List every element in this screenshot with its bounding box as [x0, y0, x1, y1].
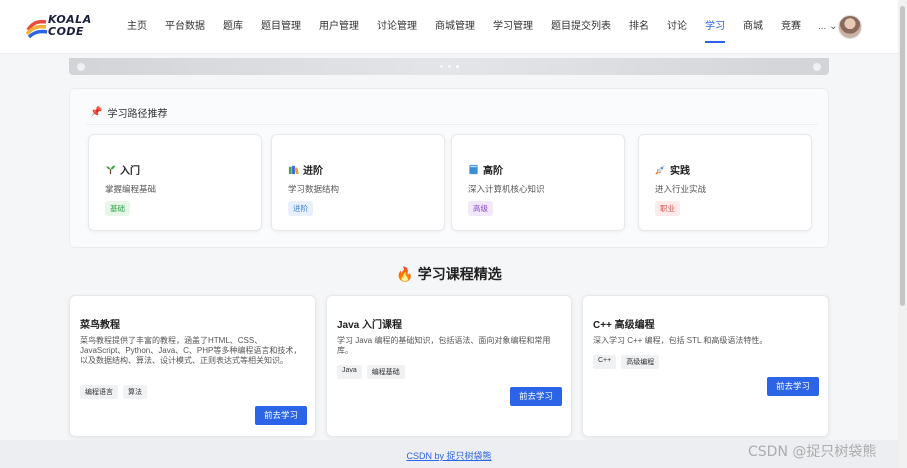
- course-tag: 编程语言: [80, 385, 118, 399]
- path-card-header: 进阶: [288, 162, 323, 177]
- books-icon: [288, 165, 299, 175]
- nav-item-1[interactable]: 平台数据: [156, 0, 214, 54]
- path-card-desc: 学习数据结构: [288, 184, 340, 194]
- course-tag: C++: [593, 355, 617, 369]
- banner-carousel[interactable]: [69, 58, 829, 75]
- courses-section-title: 🔥 学习课程精选: [0, 264, 898, 284]
- path-card-intermediate[interactable]: 进阶 学习数据结构 进阶: [271, 134, 445, 231]
- watermark: CSDN @捉只树袋熊: [748, 444, 877, 460]
- course-tag: Java: [337, 365, 362, 379]
- course-tags: C++ 高级编程: [593, 355, 660, 369]
- nav-item-8[interactable]: 题目提交列表: [542, 0, 620, 54]
- nav-item-12[interactable]: 商城: [734, 0, 772, 54]
- course-card-java: Java 入门课程 学习 Java 编程的基础知识，包括语法、面向对象编程和常用…: [326, 295, 572, 437]
- course-desc: 深入学习 C++ 编程，包括 STL 和高级语法特性。: [593, 336, 768, 345]
- course-desc: 学习 Java 编程的基础知识，包括语法、面向对象编程和常用库。: [337, 336, 551, 355]
- chevron-down-icon: ⌄: [826, 21, 838, 32]
- path-card-beginner[interactable]: 入门 掌握编程基础 基础: [88, 134, 262, 231]
- course-tag: 算法: [123, 385, 147, 399]
- course-tags: Java 编程基础: [337, 365, 405, 379]
- nav-item-2[interactable]: 题库: [214, 0, 252, 54]
- path-card-desc: 深入计算机核心知识: [468, 184, 545, 194]
- nav-item-0[interactable]: 主页: [118, 0, 156, 54]
- page-scrollbar[interactable]: [898, 0, 907, 468]
- nav-item-13[interactable]: 竞赛: [772, 0, 810, 54]
- path-card-tag: 进阶: [288, 201, 313, 216]
- top-navbar: KOALA CODE 主页 平台数据 题库 题目管理 用户管理 讨论管理 商城管理 学习管理题…: [0, 0, 907, 54]
- nav-item-6[interactable]: 商城管理: [426, 0, 484, 54]
- learning-path-title-text: 学习路径推荐: [107, 109, 168, 120]
- course-tag: 编程基础: [366, 365, 405, 379]
- path-card-title: 入门: [120, 166, 140, 177]
- logo-line-2: CODE: [48, 25, 85, 38]
- learning-path-title: 📌 学习路径推荐: [90, 105, 167, 120]
- sprout-icon: [106, 165, 116, 175]
- logo-stripes-icon: [26, 19, 48, 38]
- course-tags: 编程语言 算法: [80, 385, 147, 399]
- user-avatar[interactable]: [838, 15, 862, 39]
- nav-item-9[interactable]: 排名: [620, 0, 658, 54]
- path-card-title: 进阶: [303, 166, 323, 177]
- path-card-practice[interactable]: 实践 进入行业实战 职业: [638, 134, 812, 231]
- carousel-next-icon[interactable]: [813, 63, 821, 71]
- path-card-header: 实践: [655, 162, 690, 177]
- course-tag: 高级编程: [621, 355, 660, 369]
- courses-section-title-text: 学习课程精选: [417, 266, 502, 282]
- scrollbar-thumb[interactable]: [900, 6, 905, 306]
- course-title: Java 入门课程: [337, 320, 403, 331]
- carousel-dot-active[interactable]: [456, 65, 459, 68]
- course-title: C++ 高级编程: [593, 320, 655, 331]
- nav-item-11[interactable]: 学习: [696, 0, 734, 54]
- path-card-tag: 高级: [468, 201, 493, 216]
- course-title: 菜鸟教程: [80, 320, 120, 331]
- path-card-advanced[interactable]: 高阶 深入计算机核心知识 高级: [451, 134, 625, 231]
- course-card-cpp: C++ 高级编程 深入学习 C++ 编程，包括 STL 和高级语法特性。 C++…: [582, 295, 829, 437]
- fire-icon: 🔥: [396, 266, 414, 282]
- carousel-prev-icon[interactable]: [77, 63, 85, 71]
- koala-code-logo[interactable]: KOALA CODE: [26, 12, 102, 42]
- path-card-header: 入门: [105, 162, 140, 177]
- nav-item-3[interactable]: 题目管理: [252, 0, 310, 54]
- nav-item-4[interactable]: 用户管理: [310, 0, 368, 54]
- logo-text: KOALA CODE: [48, 14, 92, 38]
- pin-icon: 📌: [90, 107, 103, 118]
- go-learn-button[interactable]: 前去学习: [767, 377, 819, 396]
- go-learn-button[interactable]: 前去学习: [510, 387, 562, 406]
- path-card-header: 高阶: [468, 162, 503, 177]
- learning-path-panel: 📌 学习路径推荐 入门 掌握编程基础 基础 进阶 学习数据结构 进阶 高阶 深入…: [69, 88, 829, 248]
- path-card-tag: 基础: [105, 201, 130, 216]
- nav-item-5[interactable]: 讨论管理: [368, 0, 426, 54]
- path-card-desc: 进入行业实战: [655, 184, 707, 194]
- nav-item-7[interactable]: 学习管理: [484, 0, 542, 54]
- path-card-title: 高阶: [483, 166, 503, 177]
- carousel-dot[interactable]: [440, 65, 443, 68]
- go-learn-button[interactable]: 前去学习: [255, 406, 307, 425]
- nav-item-10[interactable]: 讨论: [658, 0, 696, 54]
- path-card-title: 实践: [670, 166, 690, 177]
- path-card-tag: 职业: [655, 201, 680, 216]
- carousel-dot[interactable]: [448, 65, 451, 68]
- course-desc: 菜鸟教程提供了丰富的教程，涵盖了HTML、CSS、JavaScript、Pyth…: [80, 336, 302, 365]
- path-card-desc: 掌握编程基础: [105, 184, 157, 194]
- book-icon: [469, 164, 478, 175]
- course-card-runoob: 菜鸟教程 菜鸟教程提供了丰富的教程，涵盖了HTML、CSS、JavaScript…: [69, 295, 316, 437]
- rocket-icon: [655, 164, 666, 175]
- divider: [86, 124, 818, 125]
- main-nav: 主页 平台数据 题库 题目管理 用户管理 讨论管理 商城管理 学习管理 题目提交列表 排名 讨论 学习…: [118, 0, 846, 54]
